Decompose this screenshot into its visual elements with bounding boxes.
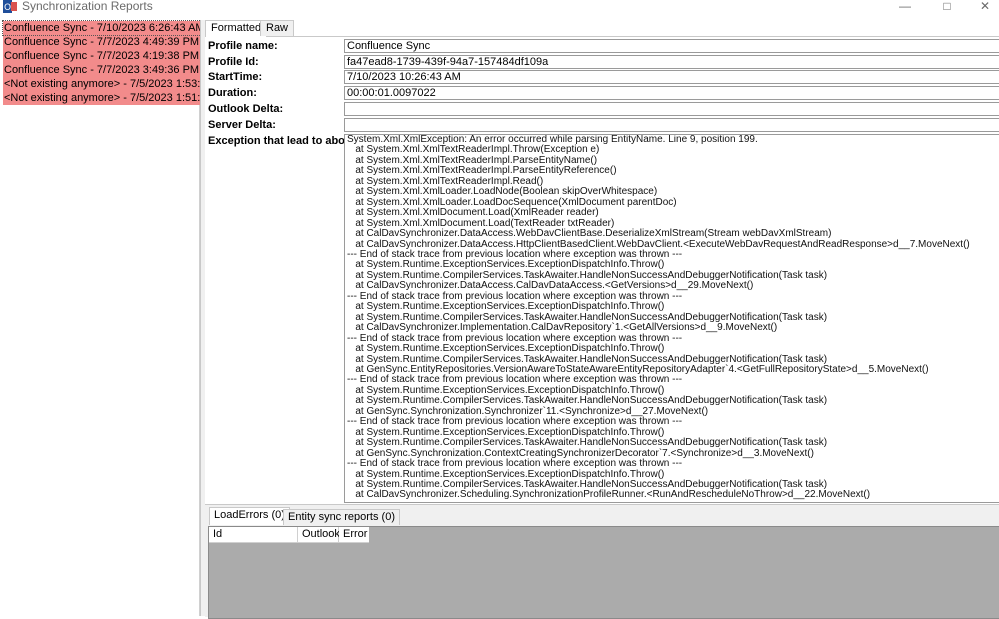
report-item[interactable]: Confluence Sync - 7/7/2023 3:49:36 PM [3,63,202,77]
duration-field[interactable]: 00:00:01.0097022 [344,86,999,100]
report-item[interactable]: Confluence Sync - 7/10/2023 6:26:43 AM [2,20,208,36]
window-title: Synchronization Reports [22,0,153,13]
column-header-id[interactable]: Id [209,527,298,542]
tab-raw[interactable]: Raw [260,20,295,36]
errors-grid[interactable]: Id Outlook Error [208,526,999,619]
title-bar: O Synchronization Reports — □ ✕ [0,0,999,14]
grid-header: Id Outlook Error [209,527,369,543]
exception-textbox[interactable]: System.Xml.XmlException: An error occurr… [344,134,999,503]
server-delta-field[interactable] [344,118,999,132]
outlook-delta-field[interactable] [344,102,999,116]
report-item[interactable]: Confluence Sync - 7/7/2023 4:19:38 PM [3,49,202,63]
profile-name-field[interactable]: Confluence Sync [344,39,999,53]
minimize-icon[interactable]: — [895,0,915,13]
exception-line: at CalDavSynchronizer.Scheduling.Synchro… [347,489,871,501]
start-time-label: StartTime: [208,71,263,83]
exception-line: at System.Runtime.ExceptionServices.Exce… [347,343,665,355]
profile-id-label: Profile Id: [208,56,259,68]
bottom-panel: LoadErrors (0) Entity sync reports (0) I… [205,504,999,619]
profile-id-field[interactable]: fa47ead8-1739-439f-94a7-157484df109a [344,55,999,69]
start-time-field[interactable]: 7/10/2023 10:26:43 AM [344,70,999,84]
report-item[interactable]: Confluence Sync - 7/7/2023 4:49:39 PM [3,35,202,49]
column-header-outlook[interactable]: Outlook [298,527,340,542]
svg-text:O: O [4,3,11,13]
tab-load-errors[interactable]: LoadErrors (0) [209,507,290,525]
tab-formatted[interactable]: Formatted [205,20,268,37]
close-icon[interactable]: ✕ [975,0,995,13]
report-list[interactable]: Confluence Sync - 7/10/2023 6:26:43 AM C… [0,20,235,616]
app-icon: O [3,0,17,13]
column-header-error[interactable]: Error [339,527,369,542]
view-tabbar: Formatted Raw [205,20,999,37]
exception-line: at CalDavSynchronizer.DataAccess.WebDavC… [347,228,832,240]
report-detail-panel: Formatted Raw Profile name: Confluence S… [205,20,999,619]
server-delta-label: Server Delta: [208,119,276,131]
profile-name-label: Profile name: [208,40,278,52]
duration-label: Duration: [208,87,257,99]
exception-line: --- End of stack trace from previous loc… [347,458,683,470]
outlook-delta-label: Outlook Delta: [208,103,284,115]
maximize-icon[interactable]: □ [937,0,957,13]
tab-entity-sync-reports[interactable]: Entity sync reports (0) [283,509,400,525]
